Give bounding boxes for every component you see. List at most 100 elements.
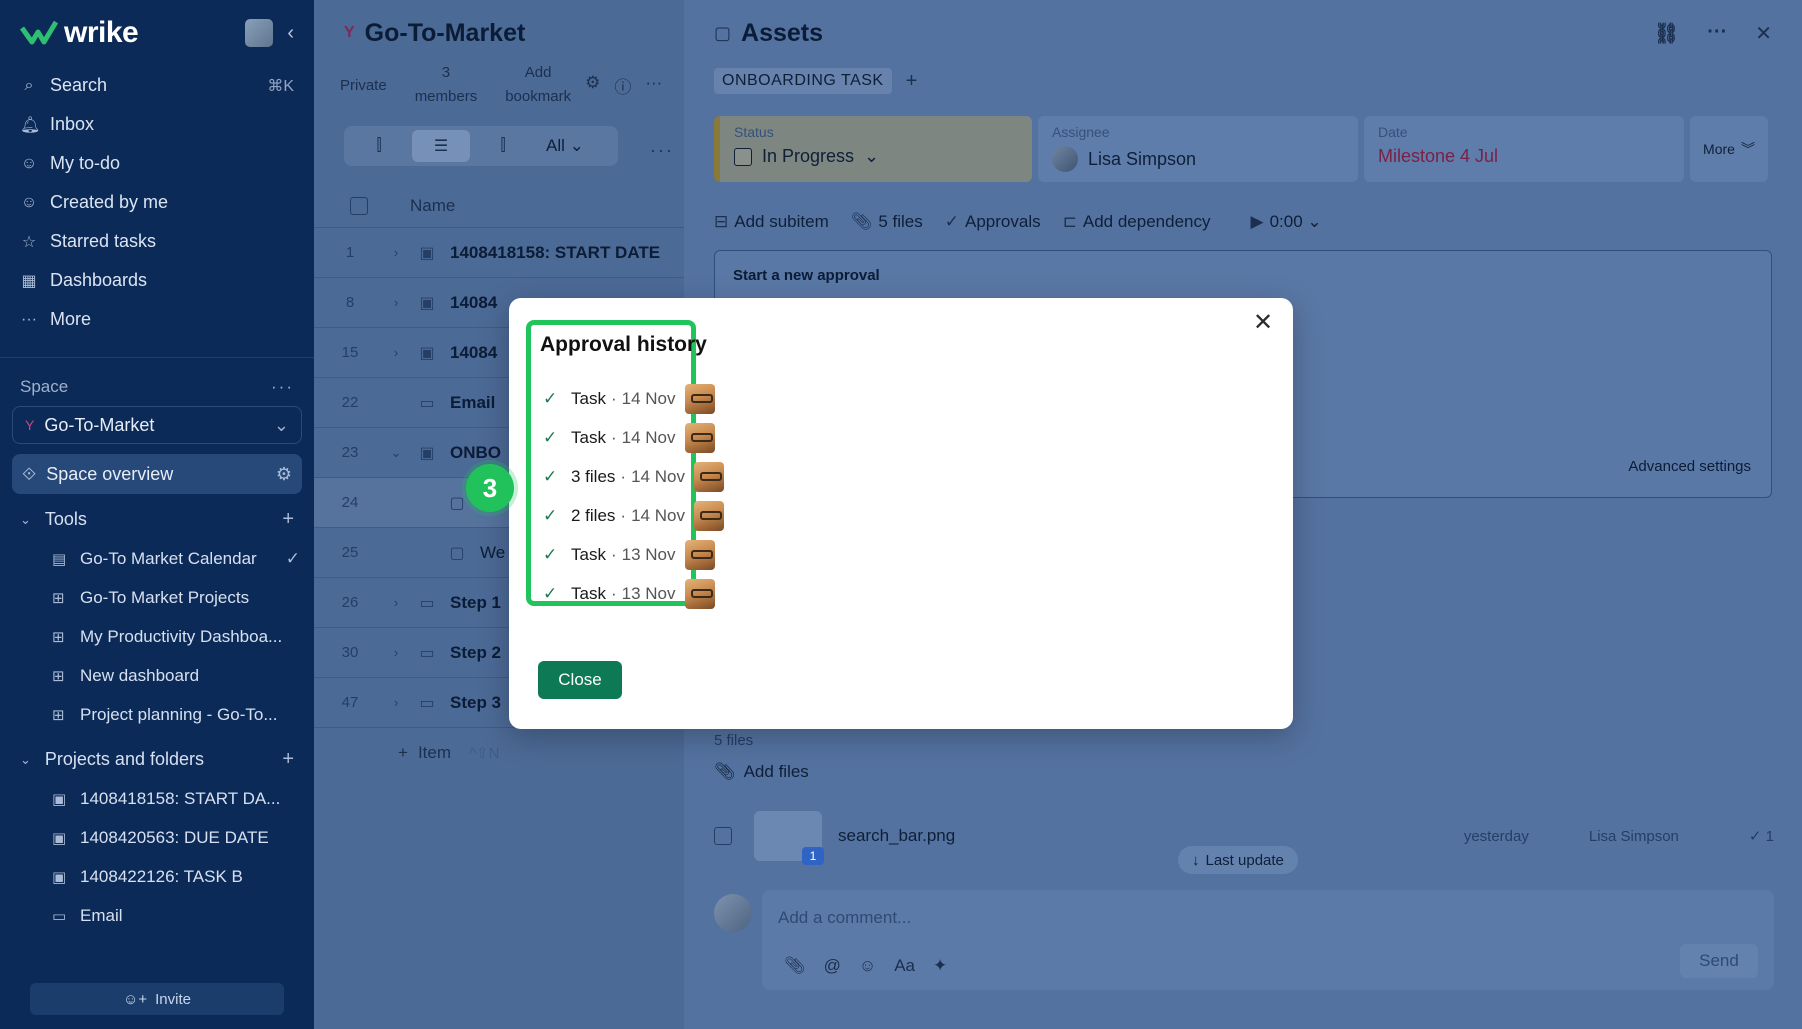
nav-label: My to-do <box>50 153 121 173</box>
list-item[interactable]: ✓ Task · 13 Nov <box>543 574 724 613</box>
status-field[interactable]: Status In Progress ⌄ <box>714 116 1032 182</box>
list-item[interactable]: ✓ 2 files · 14 Nov <box>543 496 724 535</box>
list-item[interactable]: ✓ Task · 14 Nov <box>543 379 724 418</box>
wrike-logo[interactable]: wrike <box>20 16 139 50</box>
tools-label: Tools <box>44 509 87 529</box>
last-update-button[interactable]: ↓ Last update <box>1178 846 1298 874</box>
privacy-label[interactable]: Private <box>340 77 387 94</box>
link-icon[interactable]: ⛓ <box>1654 21 1679 46</box>
more-fields-button[interactable]: More ︾ <box>1690 116 1768 182</box>
close-button[interactable]: Close <box>538 661 622 699</box>
doc-icon: ▢ <box>449 494 465 512</box>
nav-my-todo[interactable]: ☺ My to-do <box>0 144 314 183</box>
file-name[interactable]: search_bar.png <box>838 826 955 846</box>
nav-search[interactable]: ⌕ Search ⌘K <box>0 66 314 105</box>
files-label: 5 files <box>878 212 923 231</box>
check-icon: ✓ <box>543 388 558 408</box>
add-files-button[interactable]: 📎︎ Add files <box>714 762 809 782</box>
row-title: We <box>480 542 506 562</box>
add-tool-icon[interactable]: + <box>282 508 294 531</box>
person-check-icon: ☺ <box>20 154 38 172</box>
project-item[interactable]: ▣ 1408422126: TASK B <box>0 857 314 896</box>
chevron-right-icon[interactable]: › <box>386 695 406 710</box>
approvals-button[interactable]: ✓ Approvals <box>945 212 1041 232</box>
file-thumbnail[interactable]: 1 <box>754 811 824 865</box>
more-icon[interactable]: ··· <box>645 73 662 98</box>
text-format-icon[interactable]: Aa <box>894 956 915 976</box>
space-overview-item[interactable]: ⟐ Space overview ⚙ <box>12 454 302 494</box>
list-row[interactable]: 1 › ▣ 1408418158: START DATE <box>314 228 684 278</box>
gantt-view-icon[interactable]: ⫿ <box>474 130 532 162</box>
add-dependency-button[interactable]: ⊏ Add dependency <box>1063 212 1211 232</box>
add-bookmark-button[interactable]: Add bookmark <box>505 61 571 109</box>
space-options-icon[interactable]: ··· <box>271 377 294 397</box>
nav-inbox[interactable]: 🔔︎ Inbox <box>0 105 314 144</box>
chevron-right-icon[interactable]: › <box>386 595 406 610</box>
gear-icon[interactable]: ⚙ <box>585 73 600 98</box>
close-icon[interactable]: ✕ <box>1755 21 1772 46</box>
tool-item-new-dashboard[interactable]: ⊞ New dashboard <box>0 656 314 695</box>
chevron-down-icon[interactable]: ⌄ <box>386 445 406 461</box>
name-column-header[interactable]: Name <box>410 196 455 216</box>
wrike-check-icon <box>20 20 58 45</box>
nav-created-by-me[interactable]: ☺ Created by me <box>0 183 314 222</box>
advanced-settings-link[interactable]: Advanced settings <box>1628 458 1751 475</box>
timer-control[interactable]: ▶ 0:00 ⌄ <box>1250 212 1321 232</box>
tool-item-projects[interactable]: ⊞ Go-To Market Projects <box>0 578 314 617</box>
nav-starred-tasks[interactable]: ☆ Starred tasks <box>0 222 314 261</box>
emoji-icon[interactable]: ☺ <box>859 956 876 976</box>
tools-group-header[interactable]: ⌄ Tools + <box>0 500 314 539</box>
add-tag-icon[interactable]: + <box>906 70 918 93</box>
add-subitem-button[interactable]: ⊟ Add subitem <box>714 212 829 232</box>
list-item[interactable]: ✓ Task · 13 Nov <box>543 535 724 574</box>
more-icon[interactable]: ··· <box>1707 21 1727 46</box>
add-item-button[interactable]: + Item ^⇧N <box>314 728 684 778</box>
chevron-right-icon[interactable]: › <box>386 295 406 310</box>
approval-history-dialog: ✕ Approval history ✓ Task · 14 Nov ✓ Tas… <box>509 298 1293 729</box>
board-view-icon[interactable]: ⫿ <box>350 130 408 162</box>
list-item[interactable]: ✓ 3 files · 14 Nov <box>543 457 724 496</box>
nav-dashboards[interactable]: ▦ Dashboards <box>0 261 314 300</box>
mention-icon[interactable]: @ <box>824 956 841 976</box>
tool-item-productivity-dashboard[interactable]: ⊞ My Productivity Dashboa... <box>0 617 314 656</box>
table-view-icon[interactable]: ☰ <box>412 130 470 162</box>
gear-icon[interactable]: ⚙ <box>276 464 292 485</box>
chevron-right-icon[interactable]: › <box>386 645 406 660</box>
chevron-right-icon[interactable]: › <box>386 245 406 260</box>
project-item[interactable]: ▭ Email <box>0 896 314 935</box>
members-button[interactable]: 3 members <box>415 61 478 109</box>
projects-group-header[interactable]: ⌄ Projects and folders + <box>0 740 314 779</box>
chevron-double-down-icon: ︾ <box>1740 141 1755 157</box>
detail-title[interactable]: Assets <box>741 19 823 48</box>
project-item[interactable]: ▣ 1408420563: DUE DATE <box>0 818 314 857</box>
invite-button[interactable]: ☺+ Invite <box>30 983 284 1015</box>
folder-icon: ▭ <box>52 907 67 925</box>
close-icon[interactable]: ✕ <box>1249 308 1277 336</box>
files-button[interactable]: 📎︎ 5 files <box>851 212 923 232</box>
file-checkbox[interactable] <box>714 827 732 845</box>
list-item[interactable]: ✓ Task · 14 Nov <box>543 418 724 457</box>
add-dependency-label: Add dependency <box>1082 212 1211 231</box>
date-field[interactable]: Date Milestone 4 Jul <box>1364 116 1684 182</box>
space-selector[interactable]: Y Go-To-Market ⌄ <box>12 406 302 444</box>
tool-item-calendar[interactable]: ▤ Go-To Market Calendar ✓ <box>0 539 314 578</box>
project-item[interactable]: ▣ 1408418158: START DA... <box>0 779 314 818</box>
view-more-icon[interactable]: ··· <box>650 140 674 161</box>
select-all-checkbox[interactable] <box>350 196 368 215</box>
play-icon: ▶ <box>1250 212 1264 231</box>
ai-sparkle-icon[interactable]: ✦ <box>933 956 947 976</box>
add-project-icon[interactable]: + <box>282 748 294 771</box>
nav-more[interactable]: ··· More <box>0 300 314 339</box>
tool-item-project-planning[interactable]: ⊞ Project planning - Go-To... <box>0 695 314 734</box>
comment-input[interactable]: Add a comment... 📎︎ @ ☺ Aa ✦ Send <box>762 890 1774 990</box>
view-filter-dropdown[interactable]: All ⌄ <box>546 136 584 156</box>
send-button[interactable]: Send <box>1680 944 1758 978</box>
status-checkbox[interactable] <box>734 147 752 166</box>
info-icon[interactable]: ⓘ <box>614 73 631 98</box>
collapse-sidebar-icon[interactable]: ‹ <box>287 22 294 45</box>
paperclip-icon[interactable]: 📎︎ <box>784 956 806 976</box>
chevron-right-icon[interactable]: › <box>386 345 406 360</box>
user-avatar[interactable] <box>245 19 274 47</box>
parent-tag[interactable]: ONBOARDING TASK <box>714 68 892 94</box>
assignee-field[interactable]: Assignee Lisa Simpson <box>1038 116 1358 182</box>
